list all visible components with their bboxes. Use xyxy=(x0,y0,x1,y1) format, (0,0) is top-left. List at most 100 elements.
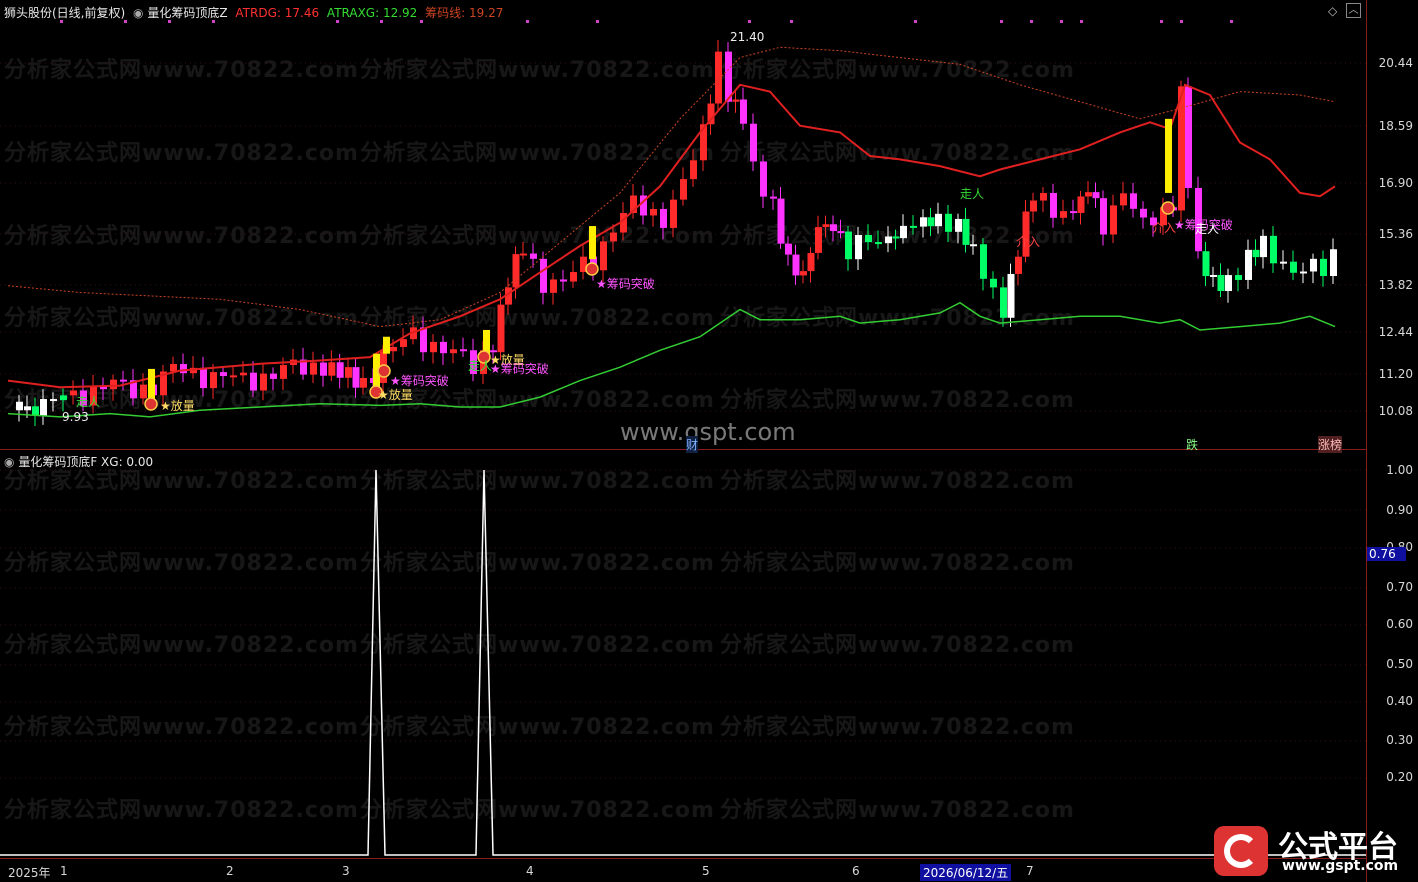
candle-body xyxy=(250,372,257,391)
logo-icon xyxy=(1214,826,1268,876)
candle-body xyxy=(140,384,147,399)
candle-body xyxy=(460,349,467,352)
ytick: 1.00 xyxy=(1386,463,1413,477)
signal-dot xyxy=(336,20,339,23)
candle-body xyxy=(360,377,367,388)
candle-body xyxy=(520,253,527,256)
marker-die[interactable]: 跌 xyxy=(1186,436,1198,453)
candle-body xyxy=(24,406,31,411)
signal-zouren: 走人 xyxy=(960,187,985,201)
low-price-label: 9.93 xyxy=(62,410,89,424)
candle-body xyxy=(945,213,952,232)
xtick: 3 xyxy=(342,864,350,878)
candle-body xyxy=(50,399,57,402)
candle-body xyxy=(240,372,247,376)
signal-dot xyxy=(124,20,127,23)
candle-body xyxy=(1085,192,1092,197)
candle-body xyxy=(120,379,127,382)
signal-zouren: 走人 xyxy=(468,359,493,373)
candle-body xyxy=(170,364,177,372)
candle-body xyxy=(650,208,657,216)
volume-signal-bar xyxy=(383,336,390,354)
candle-body xyxy=(230,375,237,378)
signal-chouma-break: ★筹码突破 xyxy=(490,362,549,376)
candle-body xyxy=(770,196,777,199)
candle-body xyxy=(885,236,892,244)
signal-dot xyxy=(380,20,383,23)
candle-body xyxy=(1060,211,1067,218)
ytick: 10.08 xyxy=(1378,404,1413,418)
candle-body xyxy=(560,279,567,282)
xtick: 6 xyxy=(852,864,860,878)
candle-body xyxy=(345,367,352,378)
candle-body xyxy=(892,236,900,239)
signal-dot xyxy=(1160,20,1163,23)
candle-body xyxy=(785,243,792,255)
logo-url: www.gspt.com xyxy=(1282,858,1399,874)
candle-body xyxy=(715,51,722,104)
candle-body xyxy=(1015,256,1022,274)
candle-body xyxy=(822,224,830,228)
ytick: 0.60 xyxy=(1386,617,1413,631)
candle-body xyxy=(660,208,667,228)
xtick: 5 xyxy=(702,864,710,878)
xtick: 2 xyxy=(226,864,234,878)
money-bag-icon xyxy=(1161,201,1175,215)
candle-body xyxy=(16,401,23,411)
candle-body xyxy=(390,346,397,352)
candle-body xyxy=(927,217,935,227)
candle-body xyxy=(220,372,227,377)
marker-cai[interactable]: 财 xyxy=(686,436,699,453)
candle-body xyxy=(845,231,852,260)
candle-body xyxy=(1252,249,1260,258)
candle-body xyxy=(328,362,336,376)
candle-body xyxy=(1330,249,1337,277)
candle-body xyxy=(1260,235,1267,258)
candle-body xyxy=(450,349,457,354)
marker-zhangting[interactable]: 涨榜 xyxy=(1318,436,1343,453)
candle-body xyxy=(732,99,740,102)
candle-body xyxy=(910,225,917,228)
candle-body xyxy=(990,278,997,288)
candle-body xyxy=(540,258,547,293)
candle-body xyxy=(1280,261,1287,264)
candle-body xyxy=(430,341,437,353)
candle-body xyxy=(210,372,217,389)
candle-body xyxy=(807,252,815,272)
xtick: 1 xyxy=(60,864,68,878)
price-chart[interactable] xyxy=(0,0,1366,882)
candle-body xyxy=(962,218,970,245)
ytick: 0.20 xyxy=(1386,770,1413,784)
candle-body xyxy=(955,218,962,232)
signal-dot xyxy=(420,20,423,23)
candle-body xyxy=(1092,192,1100,199)
xtick-cursor: 2026/06/12/五 xyxy=(920,864,1012,881)
candle-body xyxy=(352,367,360,388)
signal-dot xyxy=(1230,20,1233,23)
signal-dot xyxy=(168,20,171,23)
candle-body xyxy=(1290,261,1297,273)
ytick: 20.44 xyxy=(1378,56,1413,70)
candle-body xyxy=(875,242,882,245)
candle-body xyxy=(855,234,862,260)
candle-body xyxy=(970,244,977,247)
volume-signal-bar xyxy=(1165,118,1172,193)
signal-dot xyxy=(1180,20,1183,23)
candle-body xyxy=(935,213,942,227)
candle-body xyxy=(1270,235,1277,264)
ytick: 12.44 xyxy=(1378,325,1413,339)
candle-body xyxy=(792,254,800,276)
candle-body xyxy=(920,217,927,227)
candle-body xyxy=(777,198,785,244)
candle-body xyxy=(1040,193,1047,201)
signal-dot xyxy=(526,20,529,23)
candle-body xyxy=(1077,196,1085,213)
candle-body xyxy=(420,327,427,353)
candle-body xyxy=(310,362,317,375)
signal-chouma-break: ★筹码突破 xyxy=(390,374,449,388)
signal-chouma-break: ★筹码突破 xyxy=(596,277,655,291)
candle-body xyxy=(760,161,767,197)
ytick: 0.50 xyxy=(1386,657,1413,671)
candle-body xyxy=(1202,251,1210,277)
ytick: 15.36 xyxy=(1378,227,1413,241)
